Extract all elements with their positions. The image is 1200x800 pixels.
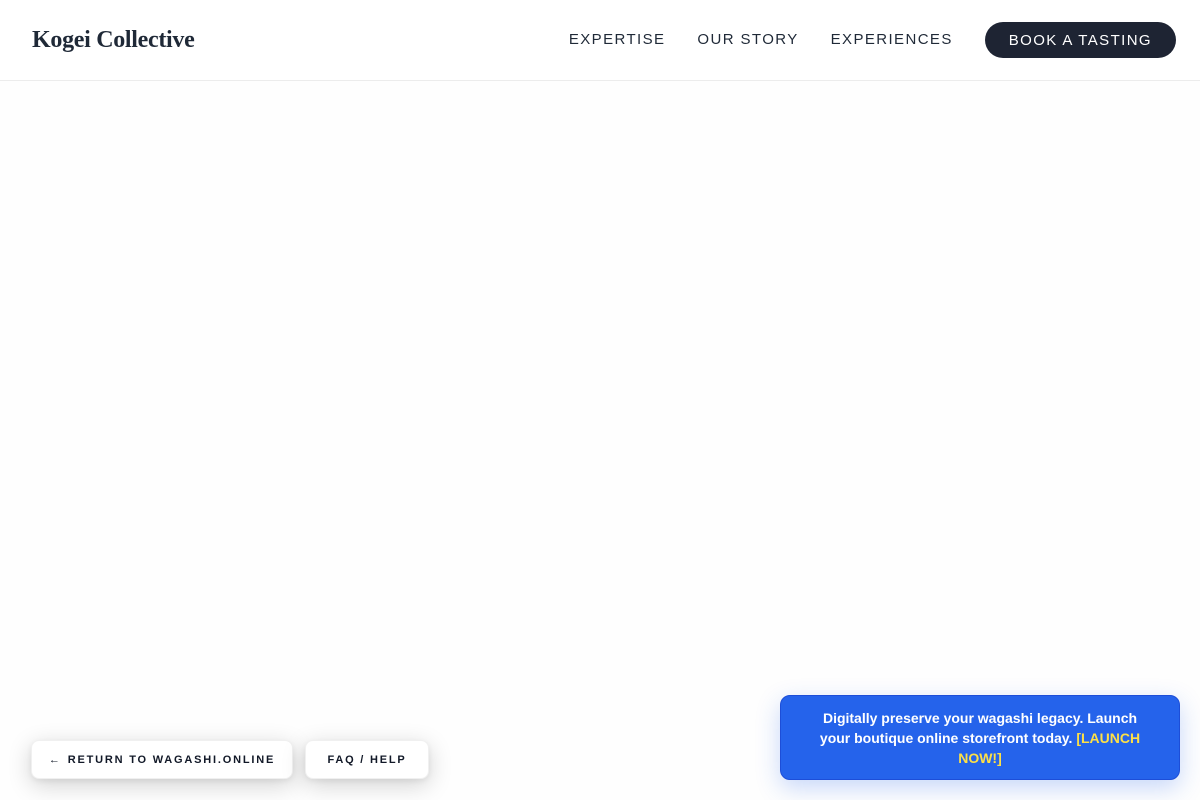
promo-banner[interactable]: Digitally preserve your wagashi legacy. … — [780, 695, 1180, 780]
site-header: Kogei Collective EXPERTISE OUR STORY EXP… — [0, 0, 1200, 81]
book-tasting-button[interactable]: BOOK A TASTING — [984, 22, 1176, 58]
brand-logo[interactable]: Kogei Collective — [32, 26, 195, 54]
nav-link-expertise[interactable]: EXPERTISE — [569, 22, 666, 58]
main-content — [0, 81, 1200, 800]
main-nav: EXPERTISE OUR STORY EXPERIENCES BOOK A T… — [569, 22, 1176, 58]
return-to-wagashi-button[interactable]: ← RETURN TO WAGASHI.ONLINE — [31, 740, 293, 779]
promo-text: Digitally preserve your wagashi legacy. … — [815, 708, 1145, 768]
return-button-label: RETURN TO WAGASHI.ONLINE — [67, 753, 276, 766]
nav-link-our-story[interactable]: OUR STORY — [697, 22, 798, 58]
arrow-left-icon: ← — [48, 753, 62, 766]
faq-help-button[interactable]: FAQ / HELP — [305, 740, 429, 779]
nav-link-experiences[interactable]: EXPERIENCES — [831, 22, 953, 58]
